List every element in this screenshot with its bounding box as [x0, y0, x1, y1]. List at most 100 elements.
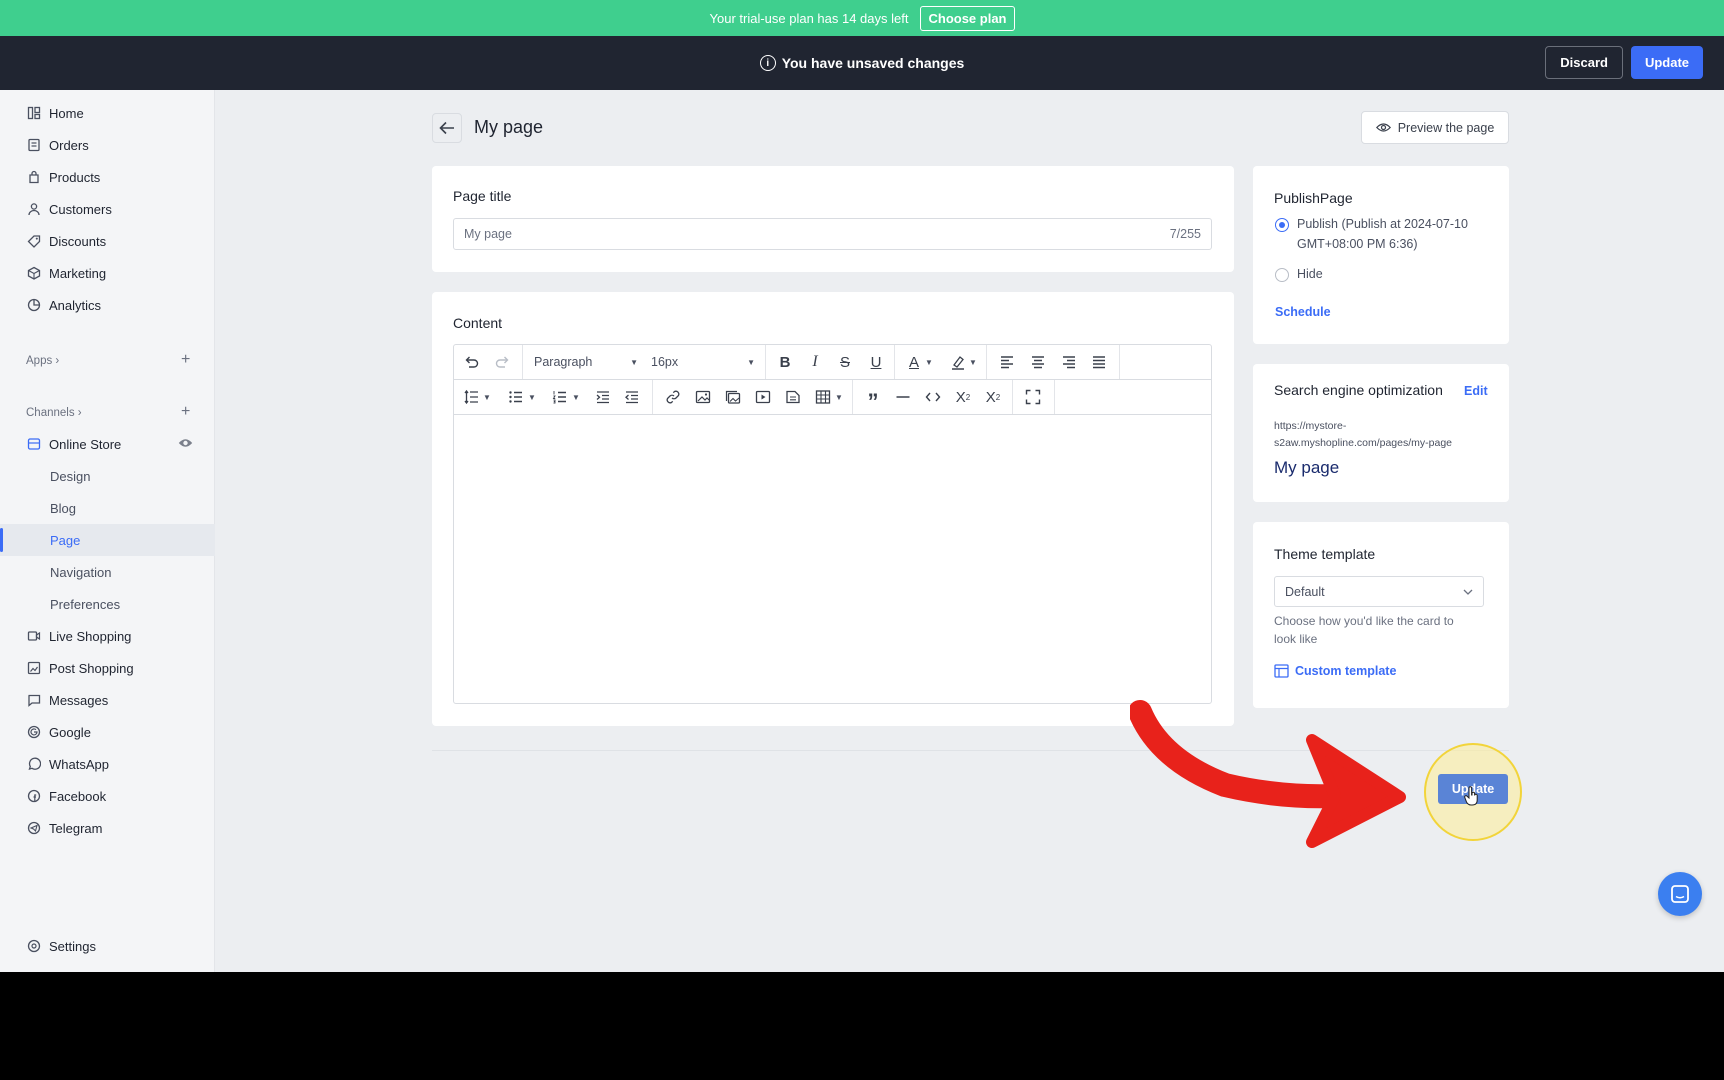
sidebar-item-customers[interactable]: Customers	[0, 193, 215, 225]
editor-toolbar-row-2: ▼ ▼ ▼ ▼ ” X2 X2	[454, 380, 1211, 415]
theme-template-select[interactable]: Default	[1274, 576, 1484, 607]
caret-down-icon[interactable]: ▼	[924, 345, 934, 379]
file-icon[interactable]	[782, 380, 804, 414]
caret-down-icon[interactable]: ▼	[482, 380, 492, 414]
caret-down-icon[interactable]: ▼	[527, 380, 537, 414]
sidebar-item-online-store[interactable]: Online Store	[0, 428, 215, 460]
superscript-icon[interactable]: X2	[952, 380, 974, 414]
page-title-card: Page title My page 7/255	[432, 166, 1234, 272]
caret-down-icon: ▼	[747, 357, 755, 367]
video-icon[interactable]	[752, 380, 774, 414]
whatsapp-icon	[27, 757, 41, 771]
table-icon[interactable]	[812, 380, 834, 414]
sidebar-item-post-shopping[interactable]: Post Shopping	[0, 652, 215, 684]
sidebar-item-products[interactable]: Products	[0, 161, 215, 193]
editor-toolbar-row-1: Paragraph ▼ 16px ▼ B I S U A ▼ ▼	[454, 345, 1211, 380]
sidebar-item-analytics[interactable]: Analytics	[0, 289, 215, 321]
theme-template-title: Theme template	[1274, 546, 1376, 562]
eye-icon	[1375, 123, 1391, 132]
preview-page-button[interactable]: Preview the page	[1361, 111, 1509, 144]
sidebar-item-home[interactable]: Home	[0, 97, 215, 129]
image-icon[interactable]	[692, 380, 714, 414]
font-size-select[interactable]: 16px ▼	[651, 345, 755, 379]
align-justify-icon[interactable]	[1088, 345, 1110, 379]
gallery-icon[interactable]	[722, 380, 744, 414]
caret-down-icon[interactable]: ▼	[571, 380, 581, 414]
sidebar-item-facebook[interactable]: Facebook	[0, 780, 215, 812]
red-arrow-annotation	[1130, 700, 1406, 848]
online-store-icon	[27, 437, 41, 451]
sidebar-item-preferences[interactable]: Preferences	[0, 588, 215, 620]
sidebar-item-settings[interactable]: Settings	[0, 930, 215, 962]
custom-template-link[interactable]: Custom template	[1274, 664, 1396, 678]
sidebar-item-messages[interactable]: Messages	[0, 684, 215, 716]
highlight-icon[interactable]	[948, 345, 968, 379]
underline-icon[interactable]: U	[863, 345, 889, 379]
sidebar-item-orders[interactable]: Orders	[0, 129, 215, 161]
align-right-icon[interactable]	[1058, 345, 1080, 379]
orders-icon	[27, 138, 41, 152]
sidebar-item-design[interactable]: Design	[0, 460, 215, 492]
redo-icon[interactable]	[492, 345, 512, 379]
chevron-down-icon	[1463, 589, 1473, 595]
sidebar-item-marketing[interactable]: Marketing	[0, 257, 215, 289]
choose-plan-button[interactable]: Choose plan	[920, 5, 1015, 31]
caret-down-icon[interactable]: ▼	[834, 380, 844, 414]
code-icon[interactable]	[922, 380, 944, 414]
unsaved-message-text: You have unsaved changes	[781, 55, 965, 71]
back-button[interactable]	[432, 113, 462, 143]
strikethrough-icon[interactable]: S	[832, 345, 858, 379]
add-app-icon[interactable]: +	[181, 351, 190, 369]
sidebar-item-blog[interactable]: Blog	[0, 492, 215, 524]
eye-icon[interactable]	[178, 437, 193, 452]
preview-page-label: Preview the page	[1397, 120, 1495, 135]
caret-down-icon[interactable]: ▼	[968, 345, 978, 379]
editor-content-area[interactable]	[454, 415, 1211, 703]
sidebar-item-label: Post Shopping	[49, 660, 134, 676]
text-color-icon[interactable]: A	[904, 345, 924, 379]
content-label: Content	[453, 315, 503, 331]
customers-icon	[27, 202, 41, 216]
schedule-link[interactable]: Schedule	[1275, 305, 1331, 319]
app-screen: Your trial-use plan has 14 days left Cho…	[0, 0, 1724, 972]
horizontal-rule-icon[interactable]	[892, 380, 914, 414]
hide-radio[interactable]	[1275, 268, 1289, 282]
seo-edit-link[interactable]: Edit	[1464, 384, 1488, 398]
sidebar-item-discounts[interactable]: Discounts	[0, 225, 215, 257]
align-left-icon[interactable]	[996, 345, 1018, 379]
add-channel-icon[interactable]: +	[181, 403, 190, 421]
undo-icon[interactable]	[462, 345, 482, 379]
sidebar-item-whatsapp[interactable]: WhatsApp	[0, 748, 215, 780]
indent-icon[interactable]	[593, 380, 613, 414]
sidebar-item-google[interactable]: Google	[0, 716, 215, 748]
page-title-input[interactable]: My page 7/255	[453, 218, 1212, 250]
sidebar-item-telegram[interactable]: Telegram	[0, 812, 215, 844]
discard-button[interactable]: Discard	[1545, 46, 1623, 79]
block-format-select[interactable]: Paragraph ▼	[534, 345, 638, 379]
line-height-icon[interactable]	[462, 380, 482, 414]
fullscreen-icon[interactable]	[1022, 380, 1044, 414]
align-center-icon[interactable]	[1027, 345, 1049, 379]
unsaved-message: i You have unsaved changes	[759, 55, 965, 71]
blockquote-icon[interactable]: ”	[862, 380, 884, 414]
outdent-icon[interactable]	[622, 380, 642, 414]
italic-icon[interactable]: I	[802, 345, 828, 379]
apps-section-label[interactable]: Apps ›	[26, 355, 59, 367]
sidebar-item-live-shopping[interactable]: Live Shopping	[0, 620, 215, 652]
sidebar-item-label: Messages	[49, 692, 109, 708]
bold-icon[interactable]: B	[772, 345, 798, 379]
trial-banner-text: Your trial-use plan has 14 days left	[709, 10, 909, 26]
chat-widget-button[interactable]	[1658, 872, 1702, 916]
discounts-icon	[27, 234, 41, 248]
sidebar-item-navigation[interactable]: Navigation	[0, 556, 215, 588]
update-button-top[interactable]: Update	[1630, 46, 1703, 79]
seo-url-line1: https://mystore-	[1274, 420, 1347, 432]
bullet-list-icon[interactable]	[506, 380, 526, 414]
link-icon[interactable]	[662, 380, 684, 414]
subscript-icon[interactable]: X2	[982, 380, 1004, 414]
sidebar-item-page[interactable]: Page	[0, 524, 215, 556]
numbered-list-icon[interactable]	[550, 380, 570, 414]
publish-radio[interactable]	[1275, 218, 1289, 232]
sidebar: Home Orders Products Customers Discounts…	[0, 90, 215, 972]
channels-section-label[interactable]: Channels ›	[26, 407, 82, 419]
